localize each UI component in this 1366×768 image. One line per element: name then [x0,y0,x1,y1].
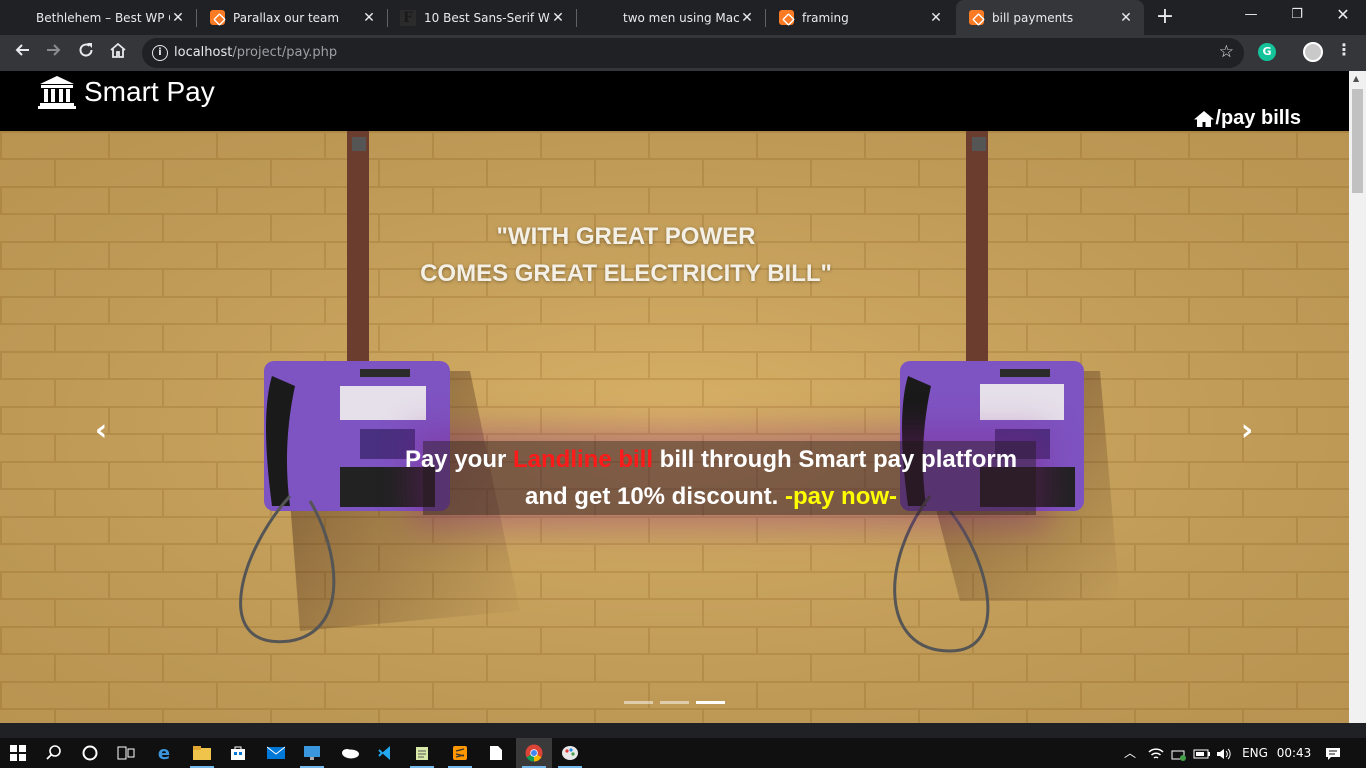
carousel-indicator[interactable] [660,701,689,704]
search-icon[interactable] [36,738,72,768]
tab-title: bill payments [992,10,1074,25]
browser-tab[interactable]: two men using MacBoo ✕ [577,0,765,35]
browser-tab[interactable]: F 10 Best Sans-Serif Web ✕ [388,0,576,35]
url-text[interactable]: localhost/project/pay.php [174,45,337,60]
xampp-icon [209,10,225,26]
promo-highlight: Landline bill [513,446,654,473]
battery-icon[interactable] [1192,738,1212,768]
edge-icon[interactable]: e [146,738,182,768]
minimize-button[interactable]: — [1228,0,1274,32]
forward-button[interactable] [40,39,68,67]
tab-title: Bethlehem – Best WP C [36,10,170,25]
breadcrumb-label: /pay bills [1215,107,1301,129]
profile-avatar[interactable] [1303,42,1323,62]
promo-line-1: Pay your Landline bill bill through Smar… [404,446,1018,473]
browser-tab-active[interactable]: bill payments ✕ [956,0,1144,35]
vscode-icon[interactable] [368,738,404,768]
hero-quote-line-2: COMES GREAT ELECTRICITY BILL" [420,260,832,287]
address-bar[interactable]: i localhost/project/pay.php ☆ [142,38,1244,68]
tray-expand-icon[interactable]: ︿ [1120,738,1140,768]
pay-now-link[interactable]: -pay now- [785,483,897,510]
promo-line-2: and get 10% discount. -pay now- [524,483,898,510]
wifi-icon[interactable] [1146,738,1166,768]
cortana-icon[interactable] [72,738,108,768]
vertical-scrollbar[interactable]: ▲ [1349,71,1366,723]
info-icon[interactable]: i [152,45,168,61]
breadcrumb[interactable]: /pay bills [1194,107,1301,130]
onedrive-icon[interactable] [332,738,368,768]
restore-button[interactable]: ❐ [1274,0,1320,32]
f-letter-icon: F [400,9,416,26]
volume-icon[interactable] [1214,738,1234,768]
tab-strip: Bethlehem – Best WP C ✕ Parallax our tea… [0,0,1366,35]
action-center-icon[interactable] [1320,738,1346,768]
store-icon[interactable] [220,738,256,768]
hero-quote-line-1: "WITH GREAT POWER [496,223,756,250]
clock[interactable]: 00:43 [1276,738,1312,768]
task-view-icon[interactable] [108,738,144,768]
hero-background-image [0,131,1349,723]
browser-tab[interactable]: Parallax our team ✕ [197,0,387,35]
file-explorer-icon[interactable] [184,738,220,768]
close-icon[interactable]: ✕ [550,10,566,26]
remote-desktop-icon[interactable] [294,738,330,768]
carousel-prev-arrow[interactable]: ‹ [87,416,115,446]
close-icon[interactable]: ✕ [739,10,755,26]
page-viewport: Smart Pay /pay bills "WITH GREAT POWER C… [0,71,1366,723]
carousel-indicators [624,701,725,704]
carousel-next-arrow[interactable]: › [1233,416,1261,446]
carousel-indicator[interactable] [624,701,653,704]
bookmark-star-icon[interactable]: ☆ [1219,42,1234,62]
bank-icon [38,76,76,109]
site-header: Smart Pay /pay bills [0,71,1349,131]
xampp-icon [968,10,984,26]
tab-title: Parallax our team [233,10,340,25]
grammarly-extension-icon[interactable]: G [1258,43,1276,61]
notepad-icon[interactable] [404,738,440,768]
home-icon [1194,110,1215,127]
close-icon[interactable]: ✕ [361,10,377,26]
brand-logo[interactable]: Smart Pay [38,75,215,109]
close-icon[interactable]: ✕ [1118,10,1134,26]
back-button[interactable] [8,39,36,67]
window-close-button[interactable]: ✕ [1320,0,1366,32]
browser-toolbar: i localhost/project/pay.php ☆ [0,35,1366,71]
carousel-indicator-active[interactable] [696,701,725,704]
brand-name: Smart Pay [84,76,215,107]
mail-icon[interactable] [258,738,294,768]
network-status-icon[interactable] [1168,738,1188,768]
xampp-icon [778,10,794,26]
browser-tab[interactable]: framing ✕ [766,0,954,35]
scroll-up-arrow[interactable]: ▲ [1353,74,1359,83]
close-icon[interactable]: ✕ [928,10,944,26]
file-icon[interactable] [478,738,514,768]
chrome-menu-icon[interactable]: ⋮ [1336,40,1352,59]
tab-title: 10 Best Sans-Serif Web [424,10,550,25]
reload-button[interactable] [72,39,100,67]
wp-icon [12,10,28,26]
tab-title: two men using MacBoo [623,10,739,25]
new-tab-button[interactable]: + [1152,4,1178,30]
paint-icon[interactable] [552,738,588,768]
home-button[interactable] [104,39,132,67]
language-indicator[interactable]: ENG [1238,738,1272,768]
blank-favicon [589,10,605,26]
browser-tab[interactable]: Bethlehem – Best WP C ✕ [0,0,196,35]
close-icon[interactable]: ✕ [170,10,186,26]
scrollbar-thumb[interactable] [1352,89,1363,193]
windows-taskbar: e ︿ ENG 00:43 [0,738,1366,768]
hero-carousel: "WITH GREAT POWER COMES GREAT ELECTRICIT… [0,131,1349,723]
start-windows-icon[interactable] [0,738,36,768]
tab-title: framing [802,10,849,25]
chrome-icon[interactable] [516,738,552,768]
sublime-icon[interactable] [442,738,478,768]
